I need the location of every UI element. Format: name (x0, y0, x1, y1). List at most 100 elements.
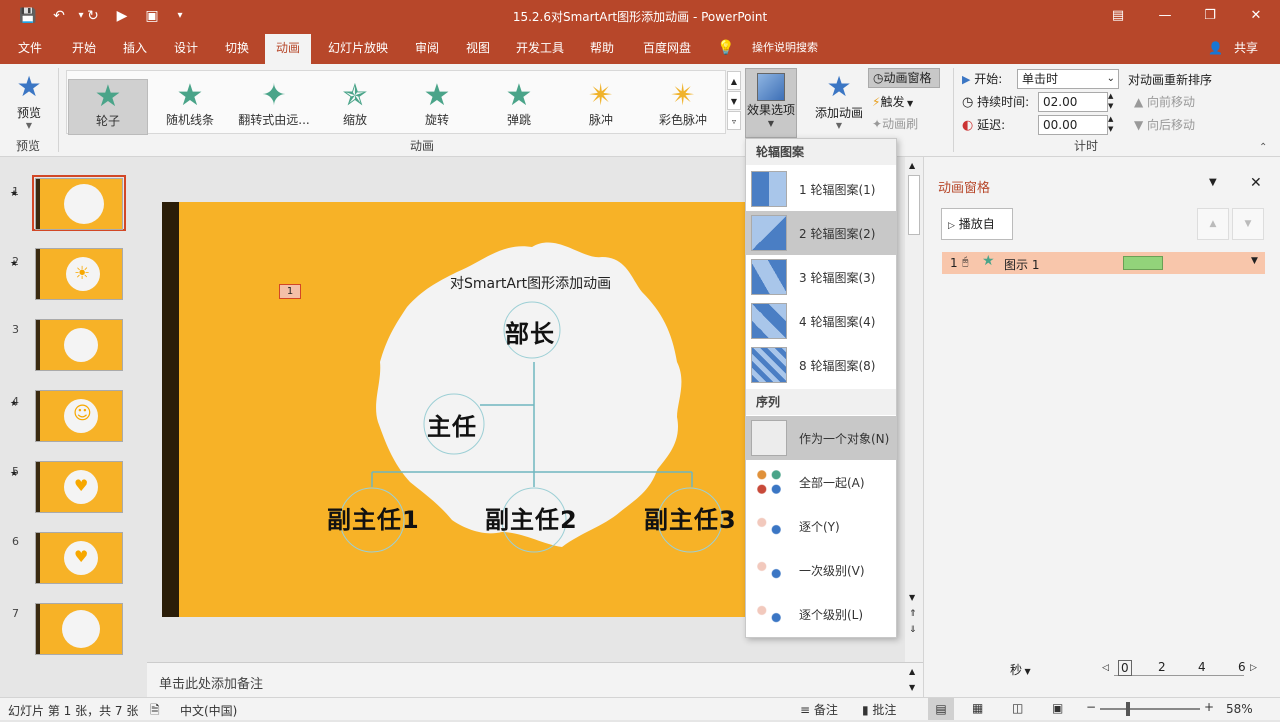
menu-item-one-by-one[interactable]: 逐个(Y) (746, 504, 896, 548)
spoke-1-icon (751, 171, 787, 207)
gallery-color-pulse[interactable]: ✴ 彩色脉冲 (643, 79, 723, 135)
menu-item-spokes-3[interactable]: 3 轮辐图案(3) (746, 255, 896, 299)
tab-developer[interactable]: 开发工具 (508, 32, 572, 64)
spellcheck-icon[interactable]: 🗎 (150, 701, 160, 722)
share-button[interactable]: 共享 (1224, 32, 1268, 64)
zoom-level[interactable]: 58% (1226, 702, 1253, 716)
gallery-more[interactable]: ▿ (727, 111, 741, 130)
delay-input[interactable]: 00.00 (1038, 115, 1108, 135)
item-dropdown-icon[interactable]: ▼ (1251, 256, 1258, 266)
zoom-slider-thumb[interactable] (1126, 702, 1130, 716)
tab-baidu[interactable]: 百度网盘 (632, 32, 702, 64)
slide-sorter-icon[interactable]: ▦ (972, 701, 983, 715)
gallery-grow-turn[interactable]: ✦ 翻转式由远... (232, 79, 316, 135)
scroll-down-icon[interactable]: ▼ (909, 593, 915, 602)
start-select[interactable]: 单击时 ⌄ (1017, 69, 1119, 89)
tab-home[interactable]: 开始 (62, 32, 106, 64)
zoom-in-icon[interactable]: + (1204, 700, 1214, 714)
gallery-wheel[interactable]: ★ 轮子 (68, 79, 148, 135)
animation-pane-button[interactable]: ◷动画窗格 (868, 68, 940, 88)
menu-item-spokes-4[interactable]: 4 轮辐图案(4) (746, 299, 896, 343)
slide-thumb-5[interactable]: ♥ (35, 461, 123, 513)
normal-view-icon[interactable]: ▤ (928, 698, 954, 720)
slide-thumb-6[interactable]: ♥ (35, 532, 123, 584)
notes-scroll-up[interactable]: ▲ (909, 667, 915, 676)
prev-slide-icon[interactable]: ⇑ (909, 609, 917, 619)
scroll-up-icon[interactable]: ▲ (909, 161, 915, 170)
gallery-pulse[interactable]: ✴ 脉冲 (561, 79, 641, 135)
minimize-icon[interactable]: — (1153, 4, 1177, 28)
tell-me-search[interactable]: 操作说明搜索 (740, 32, 830, 64)
slideshow-view-icon[interactable]: ▣ (1052, 701, 1063, 715)
move-later-button[interactable]: ▼ 向后移动 (1134, 116, 1195, 133)
slide-thumb-7[interactable] (35, 603, 123, 655)
tab-transitions[interactable]: 切换 (215, 32, 259, 64)
menu-item-level-one-by-one[interactable]: 逐个级别(L) (746, 592, 896, 636)
trigger-button[interactable]: ⚡触发 ▼ (872, 92, 932, 112)
slide-canvas[interactable]: 1 对SmartArt图形添加动画 部长 主任 副主任1 副主任2 副主任3 (162, 202, 762, 617)
gallery-bounce[interactable]: ★ 弹跳 (479, 79, 559, 135)
animation-list-item[interactable]: 1 🖰 ★ 图示 1 ▼ (942, 252, 1265, 274)
animation-pane-icon: ◷ (873, 71, 884, 85)
tab-file[interactable]: 文件 (8, 32, 52, 64)
comments-button[interactable]: ▮ 批注 (862, 701, 896, 718)
move-up-button[interactable]: ▲ (1197, 208, 1229, 240)
editor-scrollbar[interactable]: ▲ ▼ ⇑ ⇓ (905, 157, 923, 662)
pane-options-icon[interactable]: ▼ (1209, 177, 1217, 188)
gallery-swivel[interactable]: ★ 旋转 (397, 79, 477, 135)
menu-item-all-at-once[interactable]: 全部一起(A) (746, 460, 896, 504)
menu-item-spokes-2[interactable]: 2 轮辐图案(2) (746, 211, 896, 255)
tab-review[interactable]: 审阅 (405, 32, 449, 64)
reading-view-icon[interactable]: ◫ (1012, 701, 1023, 715)
zoom-out-icon[interactable]: − (1086, 700, 1096, 714)
mouse-click-icon: 🖰 (962, 255, 969, 268)
duration-stepper[interactable]: ▲ ▼ (1108, 91, 1113, 111)
next-slide-icon[interactable]: ⇓ (909, 625, 917, 635)
move-down-button[interactable]: ▼ (1232, 208, 1264, 240)
play-from-button[interactable]: ▷ 播放自 (941, 208, 1013, 240)
seconds-dropdown[interactable]: 秒 ▼ (1010, 661, 1031, 678)
pane-close-icon[interactable]: ✕ (1250, 175, 1262, 191)
menu-item-spokes-8[interactable]: 8 轮辐图案(8) (746, 343, 896, 387)
preview-button[interactable]: ★ 预览 ▼ (8, 70, 50, 134)
delay-stepper[interactable]: ▲ ▼ (1108, 114, 1113, 134)
preview-star-icon: ★ (16, 70, 42, 103)
gallery-scroll-up[interactable]: ▲ (727, 71, 741, 90)
timeline-left-icon[interactable]: ◁ (1102, 663, 1109, 673)
tab-slideshow[interactable]: 幻灯片放映 (318, 32, 398, 64)
zoom-slider[interactable] (1100, 702, 1200, 716)
animation-painter-button[interactable]: ✦动画刷 (872, 114, 932, 134)
gallery-random-bars[interactable]: ★ 随机线条 (150, 79, 230, 135)
menu-item-spokes-1[interactable]: 1 轮辐图案(1) (746, 167, 896, 211)
language[interactable]: 中文(中国) (180, 702, 237, 719)
slide-thumb-2[interactable]: ☀ (35, 248, 123, 300)
close-icon[interactable]: ✕ (1244, 4, 1268, 28)
gallery-scroll-down[interactable]: ▼ (727, 91, 741, 110)
gallery-zoom[interactable]: ✯ 缩放 (315, 79, 395, 135)
collapse-ribbon-icon[interactable]: ⌃ (1259, 142, 1267, 153)
slide-thumb-4[interactable]: ☺ (35, 390, 123, 442)
tab-animations[interactable]: 动画 (265, 34, 311, 64)
timeline-right-icon[interactable]: ▷ (1250, 663, 1257, 673)
effect-options-button[interactable]: 效果选项 ▼ (745, 68, 797, 138)
ribbon-display-icon[interactable]: ▤ (1106, 4, 1130, 28)
add-animation-button[interactable]: ★ 添加动画 ▼ (812, 70, 866, 138)
move-earlier-button[interactable]: ▲ 向前移动 (1134, 93, 1195, 110)
menu-item-level-at-once[interactable]: 一次级别(V) (746, 548, 896, 592)
restore-icon[interactable]: ❐ (1198, 4, 1222, 28)
slide-thumb-1[interactable] (35, 178, 123, 230)
add-animation-icon: ★ (826, 70, 852, 103)
notes-scroll-down[interactable]: ▼ (909, 683, 915, 692)
notes-button[interactable]: ≡ 备注 (800, 701, 838, 718)
slide-thumb-3[interactable] (35, 319, 123, 371)
timing-bar[interactable] (1123, 256, 1163, 270)
animation-star-icon: ★ (10, 259, 19, 269)
tab-insert[interactable]: 插入 (113, 32, 157, 64)
duration-input[interactable]: 02.00 (1038, 92, 1108, 112)
menu-item-as-one-object[interactable]: 作为一个对象(N) (746, 416, 896, 460)
tab-view[interactable]: 视图 (456, 32, 500, 64)
scroll-thumb[interactable] (908, 175, 920, 235)
tab-help[interactable]: 帮助 (580, 32, 624, 64)
tab-design[interactable]: 设计 (164, 32, 208, 64)
notes-area[interactable]: 单击此处添加备注 ▲ ▼ (147, 662, 923, 698)
